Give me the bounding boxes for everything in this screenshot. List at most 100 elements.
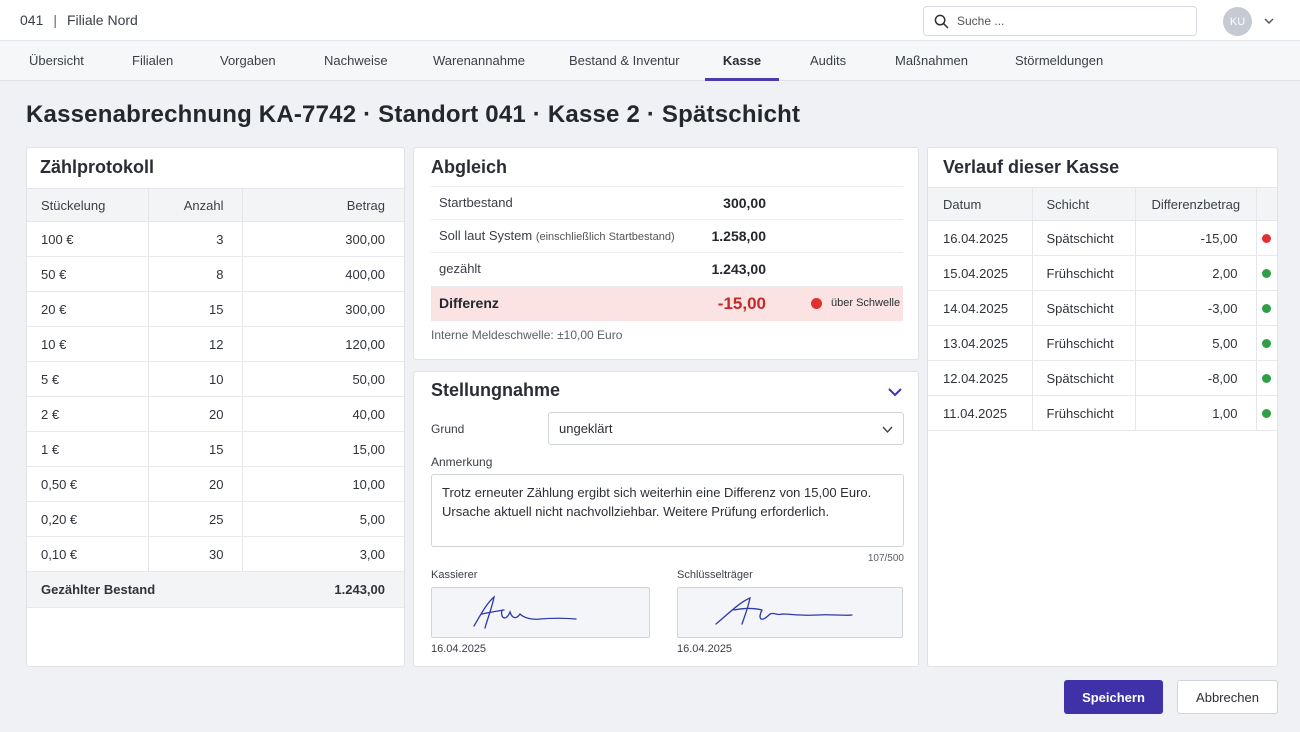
table-row: 1 €15 15,00 <box>27 431 404 467</box>
save-button[interactable]: Speichern <box>1064 680 1163 714</box>
cancel-button[interactable]: Abbrechen <box>1177 680 1278 714</box>
tab-audits[interactable]: Audits <box>810 41 846 81</box>
quantity-cell[interactable]: 15 <box>148 431 243 467</box>
status-dot-icon <box>1262 233 1272 243</box>
reconciliation-card: Abgleich Startbestand 300,00 Soll laut S… <box>413 147 919 360</box>
date-cell: 15.04.2025 <box>928 255 1033 291</box>
table-header-row: Datum Schicht Differenzbetrag <box>928 187 1277 221</box>
table-header-row: Stückelung Anzahl Betrag <box>27 188 404 222</box>
status-dot-icon <box>1262 373 1272 383</box>
amount-cell: 300,00 <box>242 221 404 257</box>
amount-cell: 400,00 <box>242 256 404 292</box>
branch-name[interactable]: Filiale Nord <box>67 12 138 28</box>
tab-stoermeldungen[interactable]: Störmeldungen <box>1015 41 1103 81</box>
amount-cell: 3,00 <box>242 536 404 572</box>
tab-massnahmen[interactable]: Maßnahmen <box>895 41 968 81</box>
column-header <box>1256 187 1277 221</box>
shift-cell: Spätschicht <box>1032 290 1136 326</box>
tab-filialen[interactable]: Filialen <box>132 41 173 81</box>
denomination-cell: 2 € <box>27 396 149 432</box>
quantity-cell[interactable]: 25 <box>148 501 243 537</box>
table-row[interactable]: 11.04.2025 Frühschicht 1,00 <box>928 395 1277 431</box>
history-title: Verlauf dieser Kasse <box>943 157 1120 177</box>
tab-bestand-inventur[interactable]: Bestand & Inventur <box>569 41 680 81</box>
top-bar: 041 | Filiale Nord KU <box>0 0 1300 41</box>
char-counter: 107/500 <box>867 553 904 564</box>
shift-cell: Frühschicht <box>1032 395 1136 431</box>
start-balance-row: Startbestand 300,00 <box>431 186 903 219</box>
keyholder-label: Schlüsselträger <box>677 569 753 581</box>
status-cell <box>1256 325 1277 361</box>
table-row: 50 €8 400,00 <box>27 256 404 292</box>
note-label: Anmerkung <box>431 455 493 469</box>
history-table: Datum Schicht Differenzbetrag 16.04.2025… <box>928 187 1277 431</box>
amount-cell: 300,00 <box>242 291 404 327</box>
shift-cell: Spätschicht <box>1032 360 1136 396</box>
quantity-cell[interactable]: 3 <box>148 221 243 257</box>
denomination-cell: 0,10 € <box>27 536 149 572</box>
table-row[interactable]: 13.04.2025 Frühschicht 5,00 <box>928 325 1277 361</box>
status-cell <box>1256 360 1277 396</box>
breadcrumb-separator: | <box>53 12 57 28</box>
table-row: 0,50 €20 10,00 <box>27 466 404 502</box>
table-row[interactable]: 16.04.2025 Spätschicht -15,00 <box>928 220 1277 256</box>
cashier-date: 16.04.2025 <box>431 643 487 655</box>
table-row: 2 €20 40,00 <box>27 396 404 432</box>
search-box[interactable] <box>923 6 1197 36</box>
denomination-cell: 20 € <box>27 291 149 327</box>
amount-cell: 5,00 <box>1135 325 1257 361</box>
status-dot-icon <box>1262 408 1272 418</box>
quantity-cell[interactable]: 10 <box>148 361 243 397</box>
table-row[interactable]: 15.04.2025 Frühschicht 2,00 <box>928 255 1277 291</box>
keyholder-date: 16.04.2025 <box>677 643 733 655</box>
branch-code[interactable]: 041 <box>20 12 43 28</box>
table-row: 5 €10 50,00 <box>27 361 404 397</box>
quantity-cell[interactable]: 20 <box>148 466 243 502</box>
quantity-cell[interactable]: 15 <box>148 291 243 327</box>
date-cell: 16.04.2025 <box>928 220 1033 256</box>
date-cell: 14.04.2025 <box>928 290 1033 326</box>
keyholder-signature-icon <box>715 596 853 625</box>
column-header: Differenzbetrag <box>1135 187 1257 221</box>
search-input[interactable] <box>957 14 1177 28</box>
count-protocol-title: Zählprotokoll <box>40 157 154 177</box>
page-title: Kassenabrechnung KA-7742 · Standort 041 … <box>26 101 801 128</box>
tab-vorgaben[interactable]: Vorgaben <box>220 41 276 81</box>
shift-cell: Spätschicht <box>1032 220 1136 256</box>
cashier-signature-field[interactable] <box>431 587 650 638</box>
reason-select[interactable]: ungeklärt <box>548 412 904 445</box>
amount-cell: 50,00 <box>242 361 404 397</box>
tab-warenannahme[interactable]: Warenannahme <box>433 41 525 81</box>
chevron-down-icon[interactable] <box>887 384 903 400</box>
denomination-cell: 0,20 € <box>27 501 149 537</box>
note-textarea[interactable]: Trotz erneuter Zählung ergibt sich weite… <box>431 474 904 547</box>
reason-label: Grund <box>431 422 465 436</box>
quantity-cell[interactable]: 12 <box>148 326 243 362</box>
system-target-note: (einschließlich Startbestand) <box>535 231 675 243</box>
amount-cell: 10,00 <box>242 466 404 502</box>
avatar[interactable]: KU <box>1223 7 1252 36</box>
keyholder-signature-field[interactable] <box>677 587 903 638</box>
count-protocol-card: Zählprotokoll Stückelung Anzahl Betrag 1… <box>26 147 405 667</box>
tab-uebersicht[interactable]: Übersicht <box>29 41 84 81</box>
reconciliation-title: Abgleich <box>431 157 508 177</box>
chevron-down-icon[interactable] <box>1262 14 1276 28</box>
total-label: Gezählter Bestand <box>27 571 242 608</box>
tab-kasse[interactable]: Kasse <box>705 41 779 81</box>
status-dot-icon <box>1262 303 1272 313</box>
difference-label: Differenz <box>439 295 499 311</box>
shift-cell: Frühschicht <box>1032 255 1136 291</box>
quantity-cell[interactable]: 30 <box>148 536 243 572</box>
quantity-cell[interactable]: 8 <box>148 256 243 292</box>
counted-value: 1.243,00 <box>711 261 767 277</box>
amount-cell: 120,00 <box>242 326 404 362</box>
start-balance-value: 300,00 <box>723 195 766 211</box>
table-row: 0,20 €25 5,00 <box>27 501 404 537</box>
quantity-cell[interactable]: 20 <box>148 396 243 432</box>
table-row[interactable]: 14.04.2025 Spätschicht -3,00 <box>928 290 1277 326</box>
tab-nachweise[interactable]: Nachweise <box>324 41 388 81</box>
status-cell <box>1256 290 1277 326</box>
amount-cell: 1,00 <box>1135 395 1257 431</box>
table-row[interactable]: 12.04.2025 Spätschicht -8,00 <box>928 360 1277 396</box>
threshold-status-text: über Schwelle <box>831 297 901 309</box>
